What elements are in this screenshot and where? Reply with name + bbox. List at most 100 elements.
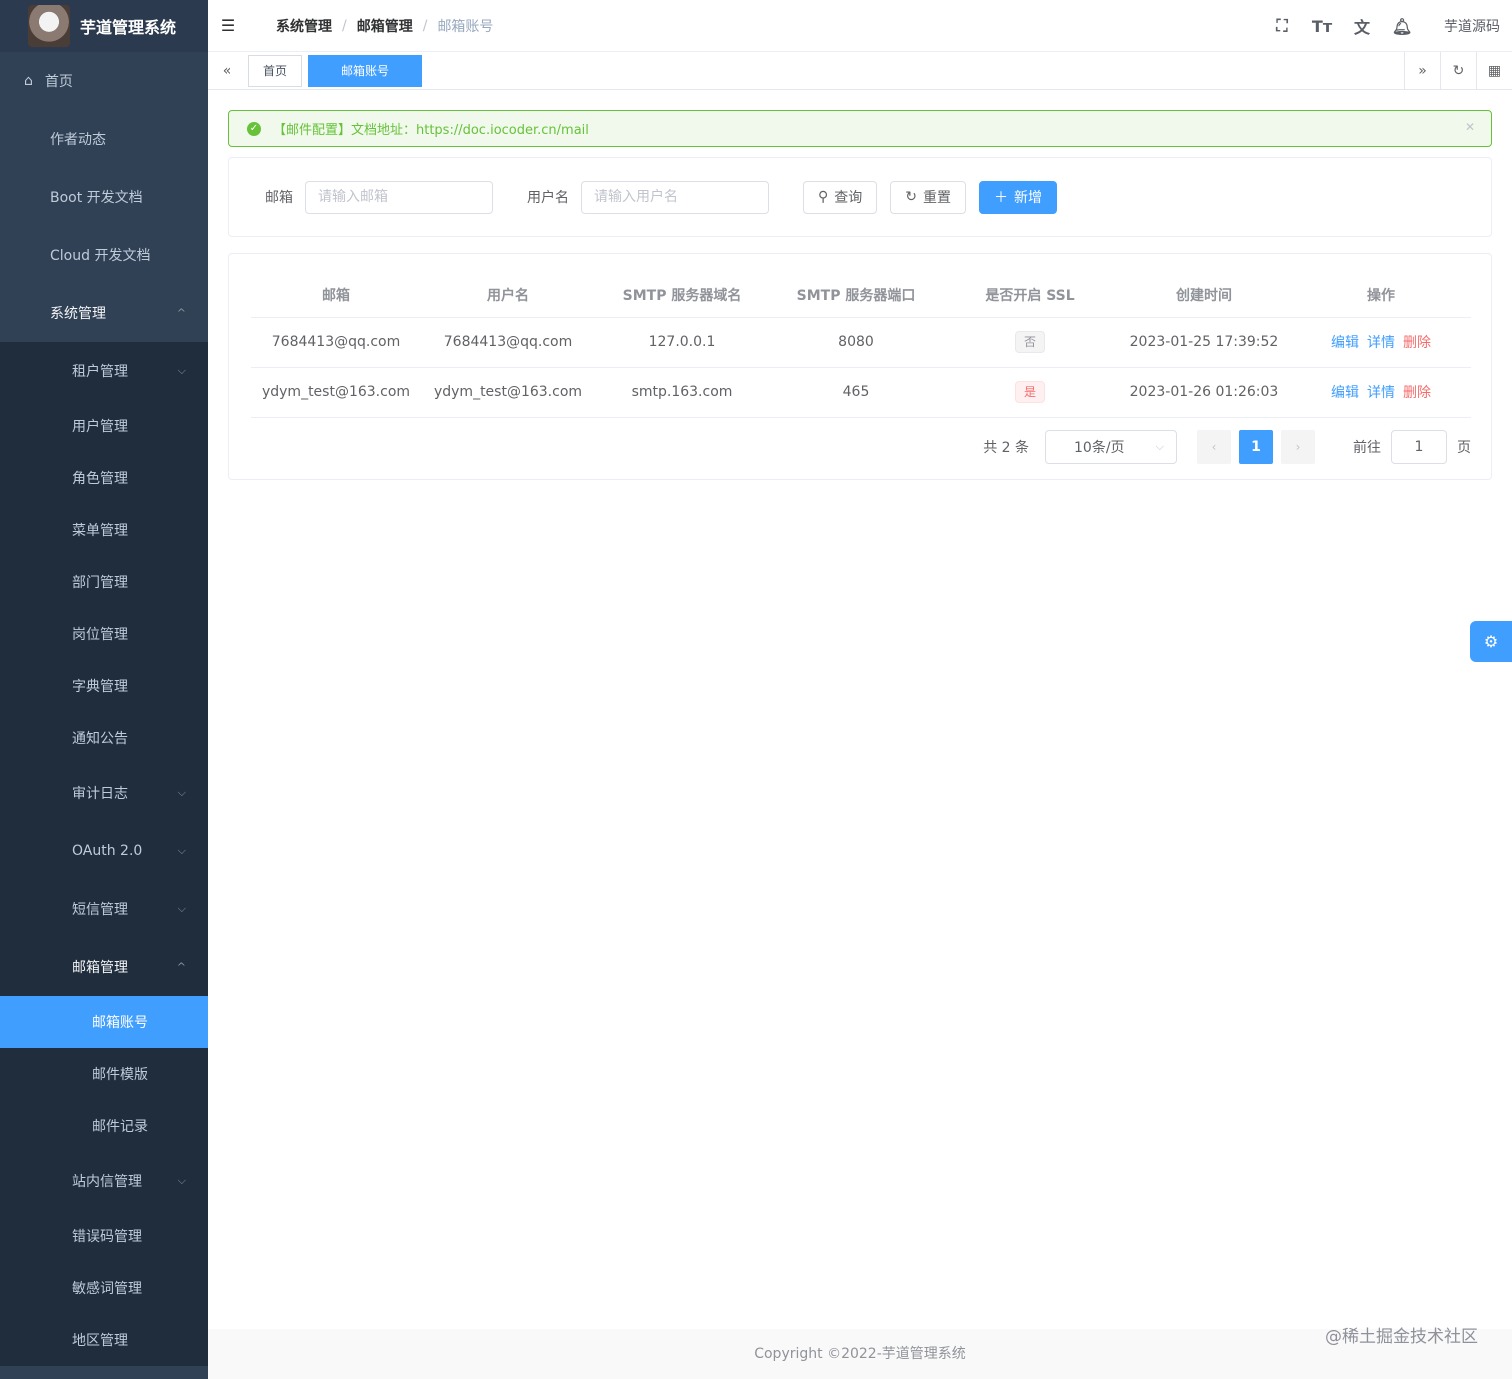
sidebar-item-cloud-docs[interactable]: Cloud 开发文档 xyxy=(0,226,208,284)
sidebar-item-oauth[interactable]: OAuth 2.0 ⌵ xyxy=(0,822,208,880)
sidebar-item-label: 站内信管理 xyxy=(72,1174,142,1190)
sidebar-item-author-news[interactable]: 作者动态 xyxy=(0,110,208,168)
sidebar-item-audit[interactable]: 审计日志 ⌵ xyxy=(0,764,208,822)
hamburger-icon[interactable]: ☰ xyxy=(208,16,248,35)
pagination: 共 2 条 10条/页 ⌵ ‹ 1 › 前往 1 页 xyxy=(983,430,1471,464)
sidebar-item-mail-account[interactable]: 邮箱账号 xyxy=(0,996,208,1048)
detail-button[interactable]: 详情 xyxy=(1367,385,1395,401)
sidebar-item-mail[interactable]: 邮箱管理 ^ xyxy=(0,938,208,996)
home-icon: ⌂ xyxy=(24,73,33,89)
tag-home[interactable]: 首页 xyxy=(248,54,303,87)
translate-icon[interactable]: 文 xyxy=(1342,14,1382,38)
sidebar: 芋道管理系统 ⌂ 首页 作者动态 Boot 开发文档 Cloud 开发文档 系统… xyxy=(0,0,208,1379)
sidebar-item-label: 岗位管理 xyxy=(72,627,128,643)
tag-mail-account[interactable]: 邮箱账号 xyxy=(308,54,423,87)
settings-gear-icon[interactable]: ⚙ xyxy=(1470,621,1512,662)
sidebar-item-sms[interactable]: 短信管理 ⌵ xyxy=(0,880,208,938)
navbar-right: ⛶ Tт 文 🔔︎ 芋道源码 xyxy=(1262,0,1500,52)
sidebar-item-tenant[interactable]: 租户管理 ⌵ xyxy=(0,342,208,400)
cell-created: 2023-01-25 17:39:52 xyxy=(1117,317,1291,368)
ssl-badge: 是 xyxy=(1014,381,1045,403)
sidebar-item-dict[interactable]: 字典管理 xyxy=(0,660,208,712)
edit-button[interactable]: 编辑 xyxy=(1331,385,1359,401)
cell-username: ydym_test@163.com xyxy=(421,367,595,418)
breadcrumb-item: 邮箱账号 xyxy=(437,18,494,35)
delete-button[interactable]: 删除 xyxy=(1403,335,1431,351)
username-input[interactable] xyxy=(581,180,769,214)
copyright: Copyright ©2022-芋道管理系统 xyxy=(754,1346,966,1362)
breadcrumb-item[interactable]: 系统管理 xyxy=(276,16,332,36)
prev-page-button[interactable]: ‹ xyxy=(1197,430,1231,464)
sidebar-item-mail-log[interactable]: 邮件记录 xyxy=(0,1100,208,1152)
logo[interactable]: 芋道管理系统 xyxy=(0,0,208,52)
sidebar-item-error-code[interactable]: 错误码管理 xyxy=(0,1210,208,1262)
sidebar-item-area[interactable]: 地区管理 xyxy=(0,1314,208,1366)
system-submenu: 租户管理 ⌵ 用户管理 角色管理 菜单管理 部门管理 岗位管理 字典管理 通知公… xyxy=(0,342,208,1366)
chevron-down-icon: ⌵ xyxy=(177,364,186,377)
footer: Copyright ©2022-芋道管理系统 xyxy=(208,1329,1512,1379)
cell-host: 127.0.0.1 xyxy=(595,317,769,368)
column-header: 是否开启 SSL xyxy=(943,274,1117,318)
sidebar-item-label: 短信管理 xyxy=(72,902,128,918)
cell-ssl: 是 xyxy=(943,367,1117,418)
font-size-icon[interactable]: Tт xyxy=(1302,17,1342,36)
sidebar-item-system[interactable]: 系统管理 ^ xyxy=(0,284,208,342)
query-button[interactable]: ⚲ 查询 xyxy=(803,180,878,214)
mail-input[interactable] xyxy=(305,180,493,214)
table-row: ydym_test@163.com ydym_test@163.com smtp… xyxy=(251,367,1471,418)
cell-mail: ydym_test@163.com xyxy=(251,367,421,418)
mail-label: 邮箱 xyxy=(265,190,293,206)
main-content: ✓ 【邮件配置】文档地址：https://doc.iocoder.cn/mail… xyxy=(208,90,1512,1379)
success-icon: ✓ xyxy=(247,121,261,136)
sidebar-item-notice[interactable]: 通知公告 xyxy=(0,712,208,764)
chevron-up-icon: ^ xyxy=(176,960,186,974)
cell-port: 465 xyxy=(769,367,943,418)
breadcrumb-separator: / xyxy=(422,17,428,34)
sidebar-item-label: 作者动态 xyxy=(50,132,106,148)
user-name[interactable]: 芋道源码 xyxy=(1444,16,1500,36)
edit-button[interactable]: 编辑 xyxy=(1331,335,1359,351)
chevron-down-icon: ⌵ xyxy=(177,844,186,857)
sidebar-item-label: 系统管理 xyxy=(50,306,106,322)
table-row: 7684413@qq.com 7684413@qq.com 127.0.0.1 … xyxy=(251,317,1471,368)
close-icon[interactable]: ✕ xyxy=(1465,120,1475,134)
page-suffix: 页 xyxy=(1457,440,1471,456)
reset-button[interactable]: ↻ 重置 xyxy=(890,180,966,214)
sidebar-item-home[interactable]: ⌂ 首页 xyxy=(0,52,208,110)
detail-button[interactable]: 详情 xyxy=(1367,335,1395,351)
refresh-icon[interactable]: ↻ xyxy=(1440,52,1476,90)
sidebar-item-boot-docs[interactable]: Boot 开发文档 xyxy=(0,168,208,226)
pagination-total: 共 2 条 xyxy=(983,440,1029,456)
chevron-down-icon: ⌵ xyxy=(177,902,186,915)
alert-text[interactable]: 【邮件配置】文档地址：https://doc.iocoder.cn/mail xyxy=(273,119,589,138)
sidebar-item-dept[interactable]: 部门管理 xyxy=(0,556,208,608)
breadcrumb: 系统管理 / 邮箱管理 / 邮箱账号 xyxy=(276,16,493,36)
double-chevron-right-icon[interactable]: » xyxy=(1404,52,1440,90)
sidebar-item-label: 菜单管理 xyxy=(72,523,128,539)
sidebar-item-site-msg[interactable]: 站内信管理 ⌵ xyxy=(0,1152,208,1210)
grid-icon[interactable]: ▦ xyxy=(1476,52,1512,90)
page-number[interactable]: 1 xyxy=(1239,430,1273,464)
sidebar-item-sensitive[interactable]: 敏感词管理 xyxy=(0,1262,208,1314)
breadcrumb-item[interactable]: 邮箱管理 xyxy=(357,16,413,36)
column-header: 创建时间 xyxy=(1117,274,1291,318)
logo-image xyxy=(28,5,70,47)
sidebar-item-menu[interactable]: 菜单管理 xyxy=(0,504,208,556)
cell-ssl: 否 xyxy=(943,317,1117,368)
sidebar-item-label: 角色管理 xyxy=(72,471,128,487)
sidebar-item-post[interactable]: 岗位管理 xyxy=(0,608,208,660)
next-page-button[interactable]: › xyxy=(1281,430,1315,464)
page-size-value: 10条/页 xyxy=(1074,440,1125,456)
bell-icon[interactable]: 🔔︎ xyxy=(1382,17,1422,36)
add-button[interactable]: ＋ 新增 xyxy=(979,180,1057,214)
delete-button[interactable]: 删除 xyxy=(1403,385,1431,401)
double-chevron-left-icon[interactable]: « xyxy=(208,63,246,79)
sidebar-item-mail-template[interactable]: 邮件模版 xyxy=(0,1048,208,1100)
fullscreen-icon[interactable]: ⛶ xyxy=(1262,16,1302,36)
page-jump-input[interactable]: 1 xyxy=(1391,430,1447,464)
doc-alert: ✓ 【邮件配置】文档地址：https://doc.iocoder.cn/mail… xyxy=(228,110,1492,147)
sidebar-item-role[interactable]: 角色管理 xyxy=(0,452,208,504)
sidebar-item-label: 通知公告 xyxy=(72,731,128,747)
sidebar-item-user[interactable]: 用户管理 xyxy=(0,400,208,452)
page-size-select[interactable]: 10条/页 ⌵ xyxy=(1045,430,1177,464)
